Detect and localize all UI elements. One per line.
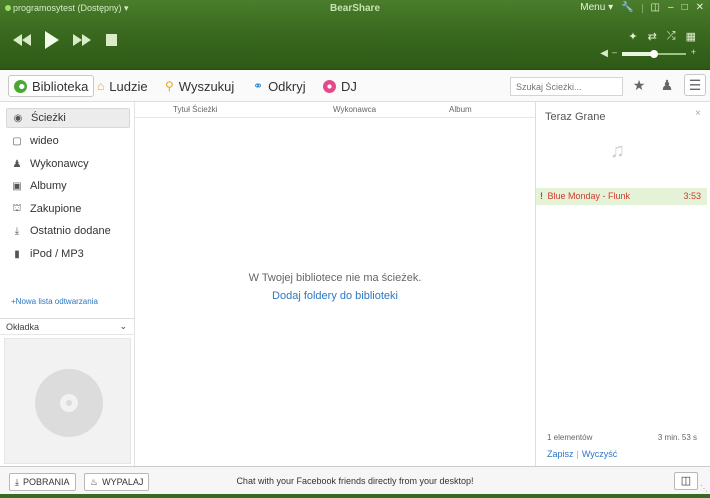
warning-marker: ! <box>540 191 543 201</box>
column-album[interactable]: Album <box>449 105 472 114</box>
library-icon <box>14 79 27 93</box>
chevron-down-icon[interactable]: ⌄ <box>119 321 127 332</box>
queue-actions: Zapisz | Wyczyść <box>547 449 617 459</box>
cart-icon: ⛫ <box>12 202 22 214</box>
minimize-button[interactable]: – <box>668 2 674 14</box>
divider: | <box>576 449 579 459</box>
tab-biblioteka[interactable]: Biblioteka <box>8 75 95 97</box>
column-headers: Tytuł Ścieżki Wykonawca Album <box>135 102 535 118</box>
album-icon: ▣ <box>12 180 22 192</box>
library-sidebar: ◉ Ścieżki ▢ wideo ♟ Wykonawcy ▣ Albumy ⛫… <box>0 102 135 466</box>
tab-label: DJ <box>341 78 357 94</box>
tab-wyszukuj[interactable]: ⚲ Wyszukuj <box>160 75 239 97</box>
window-controls: Menu ▾ 🔧 ◫ – □ ✕ <box>580 2 704 14</box>
maximize-button[interactable]: □ <box>682 2 688 14</box>
sidebar-item-wideo[interactable]: ▢ wideo <box>6 131 130 151</box>
sidebar-item-label: wideo <box>30 135 59 147</box>
sidebar-item-label: Ostatnio dodane <box>30 225 111 237</box>
tracks-icon: ◉ <box>13 112 23 124</box>
playback-options: ✦ ⇄ ⤮ ▦ <box>628 30 696 43</box>
sidebar-item-label: Albumy <box>30 180 67 192</box>
player-controls: ✦ ⇄ ⤮ ▦ ◀ – + <box>0 22 710 66</box>
sidebar-item-albumy[interactable]: ▣ Albumy <box>6 176 130 196</box>
new-playlist-link[interactable]: +Nowa lista odtwarzania <box>11 297 98 306</box>
cover-art-panel <box>4 338 131 464</box>
title-and-player-bar: programosytest (Dostępny) ▾ BearShare Me… <box>0 0 710 70</box>
column-artist[interactable]: Wykonawca <box>333 105 376 114</box>
sidebar-item-ostatnio-dodane[interactable]: ⤓ Ostatnio dodane <box>6 221 130 241</box>
sidebar-item-ipod[interactable]: ▮ iPod / MP3 <box>6 244 130 264</box>
tv-icon: ▢ <box>12 135 22 147</box>
track-name: Blue Monday - Flunk <box>547 191 631 201</box>
tab-label: Ludzie <box>109 78 148 94</box>
broadcast-icon[interactable]: ✦ <box>628 30 637 43</box>
artist-icon: ♟ <box>12 158 22 170</box>
sidebar-item-label: iPod / MP3 <box>30 248 84 260</box>
window-bottom-border <box>0 494 710 498</box>
divider <box>641 3 643 13</box>
main-menu[interactable]: Menu ▾ <box>580 2 613 14</box>
next-icon[interactable] <box>73 34 91 46</box>
now-playing-panel: Teraz Grane × ♫ ! Blue Monday - Flunk 3:… <box>535 102 707 466</box>
add-folders-link[interactable]: Dodaj foldery do biblioteki <box>135 290 535 302</box>
tab-ludzie[interactable]: ⌂ Ludzie <box>92 75 153 97</box>
sidebar-item-wykonawcy[interactable]: ♟ Wykonawcy <box>6 154 130 174</box>
tab-dj[interactable]: DJ <box>318 75 362 97</box>
clear-link[interactable]: Wyczyść <box>582 449 617 459</box>
dj-disc-icon <box>323 79 336 93</box>
tab-label: Wyszukuj <box>178 78 235 94</box>
ipod-icon: ▮ <box>14 248 20 260</box>
list-view-icon[interactable]: ☰ <box>684 74 706 96</box>
shuffle-icon[interactable]: ⤮ <box>667 30 676 43</box>
tools-icon[interactable]: 🔧 <box>621 2 633 14</box>
track-duration: 3:53 <box>683 191 701 201</box>
star-icon[interactable]: ★ <box>628 74 650 96</box>
track-list: Tytuł Ścieżki Wykonawca Album W Twojej b… <box>135 102 535 466</box>
search-icon: ⚲ <box>165 79 174 93</box>
cover-art-title: Okładka <box>6 322 40 332</box>
close-button[interactable]: ✕ <box>696 2 704 14</box>
repeat-icon[interactable]: ⇄ <box>648 30 657 43</box>
now-playing-title: Teraz Grane <box>545 111 606 123</box>
equalizer-icon[interactable]: ▦ <box>686 30 696 43</box>
previous-icon[interactable] <box>13 34 31 46</box>
sidebar-item-sciezki[interactable]: ◉ Ścieżki <box>6 108 130 128</box>
home-icon: ⌂ <box>97 79 105 93</box>
volume-slider[interactable]: – + <box>600 47 696 58</box>
navigation-bar: Biblioteka ⌂ Ludzie ⚲ Wyszukuj ⚭ Odkryj … <box>0 70 710 102</box>
tab-label: Odkryj <box>268 78 306 94</box>
mini-player-button[interactable]: ◫ <box>674 472 698 490</box>
resize-grip-icon[interactable]: ⋱ <box>700 484 708 493</box>
column-title[interactable]: Tytuł Ścieżki <box>173 105 217 114</box>
queue-count: 1 elementów <box>547 433 593 442</box>
sidebar-item-zakupione[interactable]: ⛫ Zakupione <box>6 199 130 219</box>
sidebar-item-label: Ścieżki <box>31 112 66 124</box>
headphones-icon: ⚭ <box>253 79 264 93</box>
cover-art-header[interactable]: Okładka ⌄ <box>0 318 135 335</box>
save-link[interactable]: Zapisz <box>547 449 574 459</box>
music-note-icon: ♫ <box>610 140 625 162</box>
tab-odkryj[interactable]: ⚭ Odkryj <box>248 75 311 97</box>
volume-handle[interactable] <box>650 50 658 58</box>
queue-length: 3 min. 53 s <box>657 433 697 442</box>
view-switcher: ★ ♟ ☰ <box>628 74 706 96</box>
sidebar-item-label: Wykonawcy <box>30 158 89 170</box>
bottom-bar: ⤓ POBRANIA ♨ WYPALAJ Chat with your Face… <box>0 466 710 494</box>
now-playing-track[interactable]: ! Blue Monday - Flunk 3:53 <box>536 188 707 205</box>
disc-placeholder-icon <box>35 369 103 437</box>
people-icon[interactable]: ♟ <box>656 74 678 96</box>
sidebar-item-label: Zakupione <box>30 203 82 215</box>
empty-library-message: W Twojej bibliotece nie ma ścieżek. <box>248 272 422 284</box>
download-icon: ⤓ <box>14 225 20 237</box>
mini-mode-icon[interactable]: ◫ <box>651 2 660 14</box>
volume-down-icon: – <box>612 47 618 57</box>
close-icon[interactable]: × <box>695 108 701 119</box>
volume-up-icon: + <box>690 47 696 57</box>
stop-icon[interactable] <box>106 34 117 46</box>
promo-text[interactable]: Chat with your Facebook friends directly… <box>0 476 710 486</box>
tab-label: Biblioteka <box>32 78 89 94</box>
search-input[interactable] <box>510 77 623 96</box>
title-row: programosytest (Dostępny) ▾ BearShare Me… <box>0 0 710 16</box>
play-icon[interactable] <box>45 31 59 49</box>
